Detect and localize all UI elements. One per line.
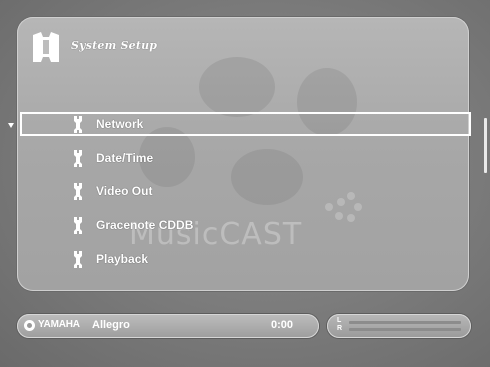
- menu-item-date-time[interactable]: Date/Time: [22, 147, 470, 169]
- wrench-icon: [74, 217, 82, 234]
- left-level-bar: [349, 321, 461, 324]
- wrench-icon: [74, 251, 82, 268]
- menu-item-video-out[interactable]: Video Out: [22, 180, 470, 202]
- menu-item-label: Date/Time: [96, 151, 154, 165]
- now-playing-bar: YAMAHA Allegro 0:00: [17, 314, 319, 338]
- system-setup-icon: [33, 32, 59, 62]
- page-title: System Setup: [71, 39, 158, 52]
- menu-item-network[interactable]: Network: [20, 112, 471, 136]
- selection-arrow-icon: [8, 123, 14, 128]
- brand-label: YAMAHA: [38, 319, 80, 330]
- wrench-icon: [74, 116, 82, 133]
- right-channel-label: R: [337, 325, 343, 332]
- level-meter: L R: [327, 314, 471, 338]
- left-channel-label: L: [337, 317, 342, 324]
- menu-item-label: Playback: [96, 252, 149, 266]
- wrench-icon: [74, 150, 82, 167]
- scrollbar[interactable]: [484, 118, 487, 173]
- menu-item-label: Gracenote CDDB: [96, 218, 194, 232]
- elapsed-time: 0:00: [271, 319, 294, 331]
- menu-item-label: Video Out: [96, 184, 153, 198]
- screen: MusicCAST System Setup Network Date/Time: [0, 0, 490, 367]
- right-level-bar: [349, 328, 461, 331]
- menu-item-label: Network: [96, 117, 144, 131]
- channel-labels: L R: [337, 317, 345, 333]
- page-header: System Setup: [29, 29, 229, 65]
- yamaha-logo-icon: [24, 320, 35, 331]
- track-title: Allegro: [92, 319, 130, 331]
- menu-item-gracenote-cddb[interactable]: Gracenote CDDB: [22, 214, 470, 236]
- wrench-icon: [74, 183, 82, 200]
- menu-item-playback[interactable]: Playback: [22, 248, 470, 270]
